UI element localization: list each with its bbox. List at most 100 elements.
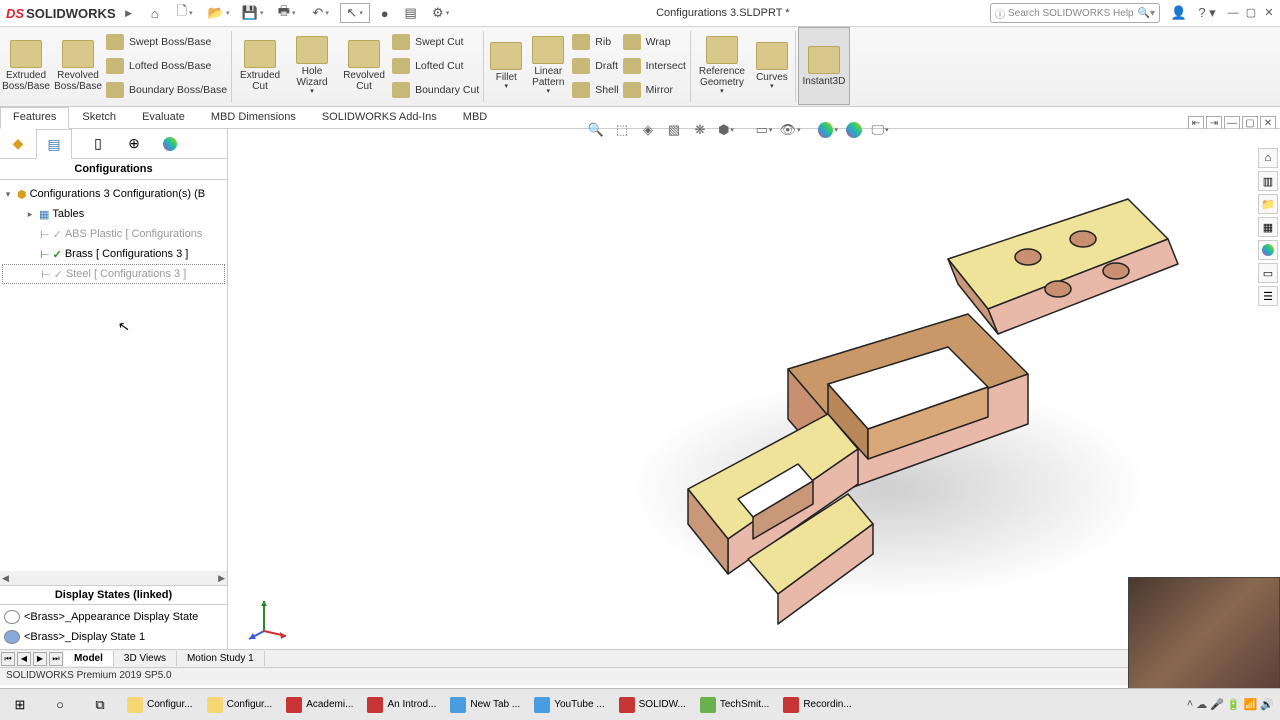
select-icon[interactable]: ↖ — [340, 3, 370, 23]
lofted-cut-button[interactable]: Lofted Cut — [392, 54, 479, 78]
tab-3dviews[interactable]: 3D Views — [114, 651, 177, 666]
tab-evaluate[interactable]: Evaluate — [129, 107, 198, 128]
property-manager-tab[interactable]: ▯ — [80, 129, 116, 158]
resources-tab-icon[interactable]: ⌂ — [1258, 148, 1278, 168]
tree-tables[interactable]: ▸▦ Tables — [2, 204, 225, 224]
taskbar-item-7[interactable]: TechSmit... — [694, 691, 775, 719]
rib-button[interactable]: Rib — [572, 30, 618, 54]
swept-boss-button[interactable]: Swept Boss/Base — [106, 30, 227, 54]
wrap-button[interactable]: Wrap — [623, 30, 686, 54]
tray-battery-icon[interactable]: 🔋 — [1227, 698, 1241, 711]
taskbar-item-4[interactable]: New Tab ... — [444, 691, 526, 719]
forum-tab-icon[interactable]: ☰ — [1258, 286, 1278, 306]
display-style-icon[interactable]: ▭ — [753, 119, 775, 141]
swept-cut-button[interactable]: Swept Cut — [392, 30, 479, 54]
tab-last-button[interactable]: ⏭ — [49, 652, 63, 666]
lofted-boss-button[interactable]: Lofted Boss/Base — [106, 54, 227, 78]
orientation-triad[interactable] — [244, 591, 294, 641]
previous-view-icon[interactable]: ◈ — [637, 119, 659, 141]
intersect-button[interactable]: Intersect — [623, 54, 686, 78]
system-tray[interactable]: ˄ ☁ 🎤 🔋 📶 🔊 — [1181, 698, 1280, 711]
graphics-viewport[interactable] — [228, 129, 1280, 649]
tab-next-button[interactable]: ▶ — [33, 652, 47, 666]
taskbar-item-5[interactable]: YouTube ... — [528, 691, 610, 719]
open-icon[interactable]: 📂 — [204, 3, 234, 23]
task-view-button[interactable]: ⧉ — [80, 690, 120, 720]
tray-up-icon[interactable]: ˄ — [1187, 698, 1193, 711]
minimize-button[interactable]: — — [1226, 6, 1240, 20]
instant3d-button[interactable]: Instant3D — [798, 27, 850, 105]
display-state-1[interactable]: <Brass>_Display State 1 — [4, 627, 223, 647]
tray-volume-icon[interactable]: 🔊 — [1260, 698, 1274, 711]
revolved-boss-button[interactable]: Revolved Boss/Base — [52, 27, 104, 105]
hide-show-icon[interactable]: 👁 — [779, 119, 801, 141]
undo-icon[interactable]: ↶ — [306, 3, 336, 23]
tray-mic-icon[interactable]: 🎤 — [1210, 698, 1224, 711]
section-view-icon[interactable]: ▧ — [663, 119, 685, 141]
tab-motion-study[interactable]: Motion Study 1 — [177, 651, 265, 666]
search-input[interactable]: ⓘ Search SOLIDWORKS Help 🔍▾ — [990, 3, 1160, 23]
tray-wifi-icon[interactable]: 📶 — [1244, 698, 1258, 711]
fillet-button[interactable]: Fillet▾ — [486, 27, 526, 105]
boundary-cut-button[interactable]: Boundary Cut — [392, 78, 479, 102]
tree-abs-plastic[interactable]: ⊢✓ ABS Plastic [ Configurations — [2, 224, 225, 244]
new-icon[interactable]: 🗋 — [170, 3, 200, 23]
tab-mbd-dimensions[interactable]: MBD Dimensions — [198, 107, 309, 128]
custom-props-tab-icon[interactable]: ▭ — [1258, 263, 1278, 283]
app-menu-arrow[interactable]: ▶ — [122, 3, 136, 23]
zoom-area-icon[interactable]: ⬚ — [611, 119, 633, 141]
display-state-0[interactable]: <Brass>_Appearance Display State — [4, 607, 223, 627]
taskbar-item-1[interactable]: Configur... — [201, 691, 279, 719]
file-explorer-tab-icon[interactable]: 📁 — [1258, 194, 1278, 214]
maximize-button[interactable]: ▢ — [1244, 6, 1258, 20]
taskbar-item-0[interactable]: Configur... — [121, 691, 199, 719]
start-button[interactable]: ⊞ — [0, 690, 40, 720]
dynamic-annotation-icon[interactable]: ❋ — [689, 119, 711, 141]
tree-brass[interactable]: ⊢✓ Brass [ Configurations 3 ] — [2, 244, 225, 264]
tab-prev-button[interactable]: ◀ — [17, 652, 31, 666]
view-orientation-icon[interactable]: ⬢ — [715, 119, 737, 141]
draft-button[interactable]: Draft — [572, 54, 618, 78]
tab-mbd[interactable]: MBD — [450, 107, 500, 128]
rebuild-icon[interactable]: ● — [374, 3, 396, 23]
edit-appearance-icon[interactable] — [817, 119, 839, 141]
dimxpert-tab[interactable]: ⊕ — [116, 129, 152, 158]
extruded-cut-button[interactable]: Extruded Cut — [234, 27, 286, 105]
tab-features[interactable]: Features — [0, 107, 69, 129]
tab-sketch[interactable]: Sketch — [69, 107, 129, 128]
configuration-manager-tab[interactable]: ▤ — [36, 129, 72, 159]
settings-icon[interactable]: ⚙ — [426, 3, 456, 23]
taskbar-item-2[interactable]: Academi... — [280, 691, 359, 719]
tree-steel[interactable]: ⊢✓ Steel [ Configurations 3 ] — [2, 264, 225, 284]
appearances-tab-icon[interactable] — [1258, 240, 1278, 260]
close-button[interactable]: ✕ — [1262, 6, 1276, 20]
reference-geometry-button[interactable]: Reference Geometry▾ — [693, 27, 751, 105]
help-dropdown-icon[interactable]: ? ▾ — [1196, 3, 1218, 23]
print-icon[interactable]: 🖶 — [272, 3, 302, 23]
options-list-icon[interactable]: ▤ — [400, 3, 422, 23]
design-library-tab-icon[interactable]: ▥ — [1258, 171, 1278, 191]
display-manager-tab[interactable] — [152, 129, 188, 158]
taskbar-item-3[interactable]: An Introd... — [361, 691, 442, 719]
cortana-button[interactable]: ○ — [40, 690, 80, 720]
tab-addins[interactable]: SOLIDWORKS Add-Ins — [309, 107, 450, 128]
home-icon[interactable]: ⌂ — [144, 3, 166, 23]
save-icon[interactable]: 💾 — [238, 3, 268, 23]
revolved-cut-button[interactable]: Revolved Cut — [338, 27, 390, 105]
tree-horizontal-scroll[interactable]: ◀▶ — [0, 571, 227, 585]
mirror-button[interactable]: Mirror — [623, 78, 686, 102]
taskbar-item-6[interactable]: SOLIDW... — [613, 691, 692, 719]
configuration-tree[interactable]: ▾⬢ Configurations 3 Configuration(s) (B … — [0, 180, 227, 571]
zoom-fit-icon[interactable]: 🔍 — [585, 119, 607, 141]
taskbar-item-8[interactable]: Recordin... — [777, 691, 857, 719]
view-settings-icon[interactable]: 🖵 — [869, 119, 891, 141]
tab-model[interactable]: Model — [64, 651, 114, 666]
curves-button[interactable]: Curves▾ — [751, 27, 793, 105]
linear-pattern-button[interactable]: Linear Pattern▾ — [526, 27, 570, 105]
tab-first-button[interactable]: ⏮ — [1, 652, 15, 666]
apply-scene-icon[interactable] — [843, 119, 865, 141]
tray-cloud-icon[interactable]: ☁ — [1196, 698, 1207, 711]
user-icon[interactable]: 👤 — [1168, 3, 1190, 23]
view-palette-tab-icon[interactable]: ▦ — [1258, 217, 1278, 237]
hole-wizard-button[interactable]: Hole Wizard▾ — [286, 27, 338, 105]
